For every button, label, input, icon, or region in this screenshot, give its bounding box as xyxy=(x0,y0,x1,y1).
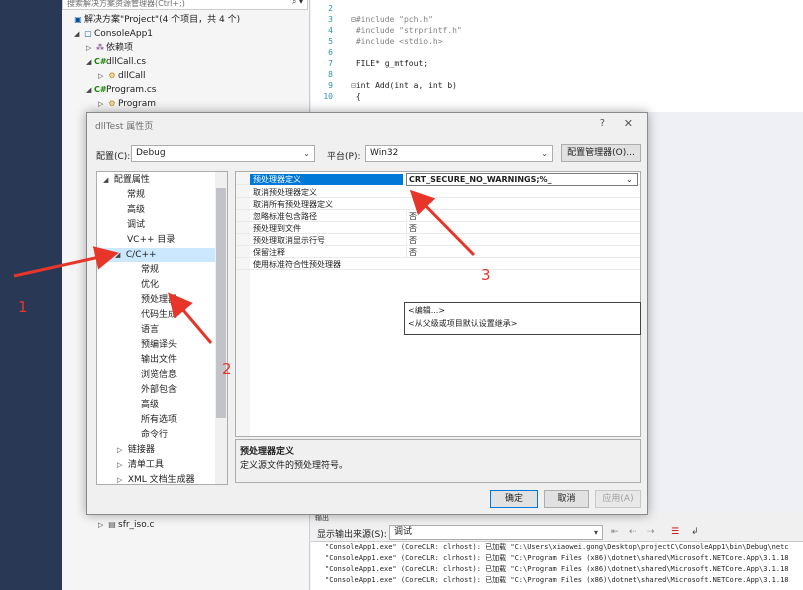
annotation-arrow-1 xyxy=(13,246,119,278)
annotation-layer xyxy=(13,189,476,344)
annotation-label-2: 2 xyxy=(222,360,232,378)
annotation-label-1: 1 xyxy=(18,298,28,316)
annotation-arrow-3 xyxy=(409,189,476,257)
annotation-arrow-2 xyxy=(168,292,213,344)
annotation-label-3: 3 xyxy=(481,266,491,284)
